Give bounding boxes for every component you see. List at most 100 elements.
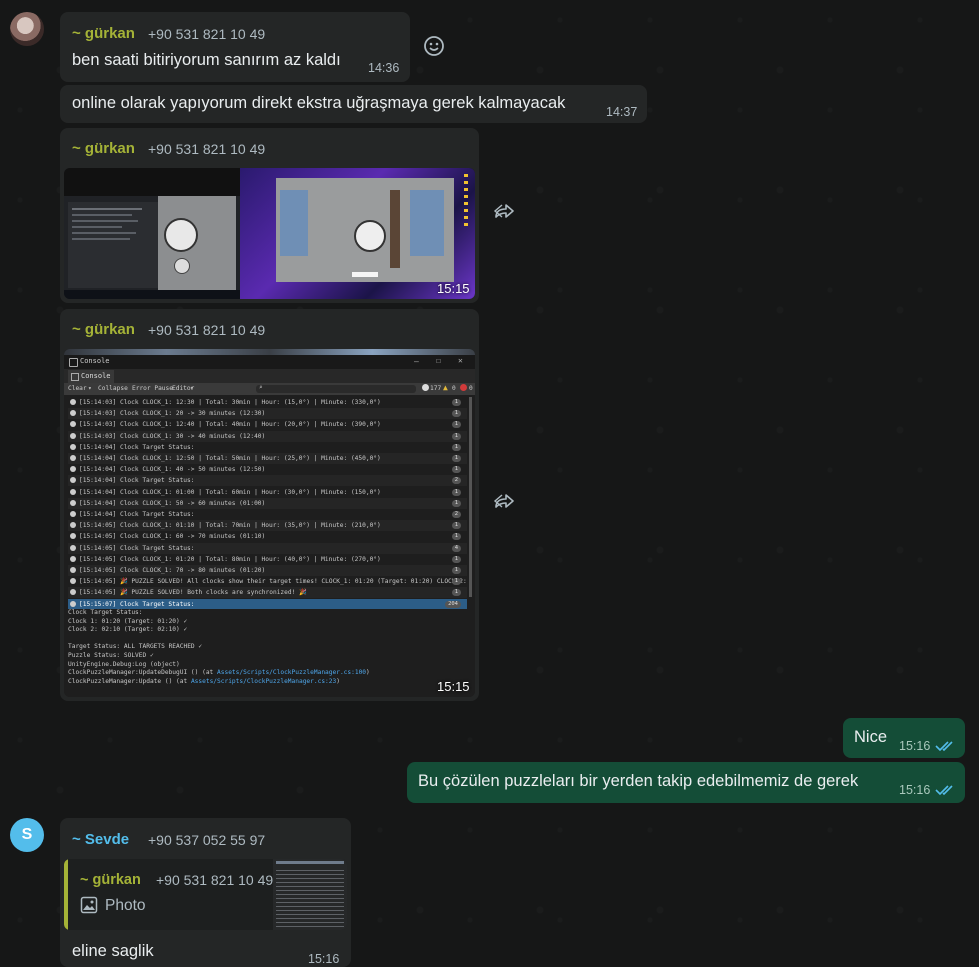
error-count-icon[interactable] [460,384,467,391]
warning-count-icon[interactable]: ▲ [443,383,448,392]
info-icon [70,567,76,573]
forward-icon[interactable] [490,490,518,518]
detail-stack-line: ClockPuzzleManager:UpdateDebugUI () (at … [68,669,370,678]
console-log-row[interactable]: [15:14:04] Clock Target Status: 2 [68,509,467,520]
quoted-phone: +90 531 821 10 49 [156,872,274,888]
log-count-badge: 1 [451,399,461,406]
error-pause-button[interactable]: Error Pause [132,385,173,392]
console-screenshot-image[interactable]: Console — ☐ ✕ Console Clear ▾ Collapse E… [64,349,475,697]
console-log-row[interactable]: [15:14:05] Clock CLOCK_1: 70 -> 80 minut… [68,565,467,576]
stack-frame-text: ) [366,669,370,677]
photo-icon [80,896,98,914]
log-count-badge: 1 [451,499,461,507]
console-log-row[interactable]: [15:14:05] Clock Target Status: 4 [68,542,467,554]
info-icon [70,421,76,428]
stack-frame-text: ClockPuzzleManager:Update () (at [68,677,191,685]
console-toolbar: Clear ▾ Collapse Error Pause Editor ▾ ⌕ … [64,383,475,395]
console-log-row[interactable]: [15:14:04] Clock Target Status: 2 [68,475,467,487]
info-icon [70,399,76,405]
sender-name[interactable]: ~ gürkan [72,140,135,157]
console-log-row[interactable]: [15:14:05] 🎉 PUZZLE SOLVED! Both clocks … [68,587,467,599]
detail-line: Clock 2: 02:10 (Target: 02:10) ✓ [68,626,188,634]
sender-phone: +90 531 821 10 49 [148,322,266,338]
image-message-bubble[interactable]: ~ gürkan +90 531 821 10 49 15:15 [60,128,479,303]
double-check-icon [935,783,955,796]
log-message: [15:14:04] Clock Target Status: [79,477,195,485]
script-link[interactable]: Assets/Scripts/ClockPuzzleManager.cs:23 [191,678,336,685]
console-log-row[interactable]: [15:14:04] Clock Target Status: 1 [68,442,467,453]
message-time: 15:15 [437,281,470,296]
info-icon [70,589,76,596]
log-message: [15:14:05] Clock CLOCK_1: 01:20 | Total:… [79,555,381,563]
log-count-badge: 204 [445,600,461,608]
outgoing-message-bubble[interactable]: Bu çözülen puzzleları bir yerden takip e… [407,762,965,803]
console-log-row[interactable]: [15:14:05] Clock CLOCK_1: 01:10 | Total:… [68,520,467,532]
info-icon [70,466,76,473]
collapse-button[interactable]: Collapse [98,385,128,392]
log-count-badge: 2 [451,477,461,485]
log-count-badge: 1 [451,567,461,574]
log-count-badge: 1 [451,533,461,541]
console-log-row[interactable]: [15:14:03] Clock CLOCK_1: 12:40 | Total:… [68,419,467,430]
info-icon [70,544,76,551]
console-log-row[interactable]: [15:14:04] Clock CLOCK_1: 50 -> 60 minut… [68,497,467,509]
info-icon [70,499,76,506]
console-log-row[interactable]: [15:14:04] Clock CLOCK_1: 40 -> 50 minut… [68,464,467,475]
sender-name[interactable]: ~ gürkan [72,321,135,338]
screenshot-image[interactable] [64,168,475,299]
log-message: [15:14:05] 🎉 PUZZLE SOLVED! Both clocks … [79,589,307,597]
message-time: 14:37 [606,105,638,119]
minimize-icon[interactable]: — [414,357,419,366]
maximize-icon[interactable]: ☐ [436,356,441,365]
log-message: [15:14:04] Clock Target Status: [79,443,195,451]
quoted-message[interactable]: ~ gürkan +90 531 821 10 49 Photo [64,859,347,930]
console-log-row[interactable]: [15:14:04] Clock CLOCK_1: 12:50 | Total:… [68,453,467,464]
console-log-list[interactable]: [15:14:03] Clock CLOCK_1: 12:30 | Total:… [64,397,471,610]
console-log-row[interactable]: [15:14:03] Clock CLOCK_1: 30 -> 40 minut… [68,430,467,442]
console-log-row[interactable]: [15:15:07] Clock Target Status: 204 [68,598,467,610]
log-message: [15:14:03] Clock CLOCK_1: 30 -> 40 minut… [79,432,266,440]
log-count-badge: 1 [451,578,461,586]
sender-name[interactable]: ~ Sevde [72,831,129,848]
message-bubble[interactable]: online olarak yapıyorum direkt ekstra uğ… [60,85,647,123]
log-count-badge: 1 [451,421,461,429]
editor-dropdown-icon[interactable]: ▾ [190,385,194,392]
avatar-sevde[interactable]: S [10,818,44,852]
sender-name[interactable]: ~ gürkan [72,25,135,42]
outgoing-message-bubble[interactable]: Nice 15:16 [843,718,965,758]
sender-phone: +90 531 821 10 49 [148,26,266,42]
log-message: [15:14:05] Clock Target Status: [79,544,195,552]
info-count: 177 [430,385,442,392]
console-log-row[interactable]: [15:14:05] Clock CLOCK_1: 60 -> 70 minut… [68,531,467,542]
console-tab[interactable]: Console [68,370,114,383]
forward-icon[interactable] [490,200,518,228]
avatar-gurkan[interactable] [10,12,44,46]
search-input[interactable]: ⌕ [256,384,416,393]
console-log-row[interactable]: [15:14:03] Clock CLOCK_1: 12:30 | Total:… [68,397,467,408]
console-log-row[interactable]: [15:14:05] Clock CLOCK_1: 01:20 | Total:… [68,554,467,565]
console-log-row[interactable]: [15:14:04] Clock CLOCK_1: 01:00 | Total:… [68,487,467,498]
log-count-badge: 1 [451,443,461,451]
log-count-badge: 1 [451,466,461,474]
log-message: [15:14:05] Clock CLOCK_1: 70 -> 80 minut… [79,567,266,574]
script-link[interactable]: Assets/Scripts/ClockPuzzleManager.cs:100 [217,669,366,676]
message-bubble[interactable]: ~ gürkan +90 531 821 10 49 ben saati bit… [60,12,410,82]
clear-dropdown-icon[interactable]: ▾ [88,385,92,392]
stack-frame-text: ClockPuzzleManager:UpdateDebugUI () (at [68,669,218,677]
console-log-row[interactable]: [15:14:05] 🎉 PUZZLE SOLVED! All clocks s… [68,576,467,587]
message-time: 15:16 [308,952,340,966]
double-check-icon [935,739,955,752]
emoji-icon[interactable] [423,35,445,57]
close-icon[interactable]: ✕ [458,356,463,365]
info-count-icon[interactable] [422,384,429,391]
clear-button[interactable]: Clear [68,385,87,392]
console-scrollbar[interactable] [469,397,472,597]
info-icon [70,477,76,484]
reply-message-bubble[interactable]: ~ Sevde +90 537 052 55 97 ~ gürkan +90 5… [60,818,351,967]
warning-count: 0 [452,385,456,392]
image-message-bubble[interactable]: ~ gürkan +90 531 821 10 49 Console — ☐ ✕… [60,309,479,701]
avatar-letter: S [21,826,33,843]
log-message: [15:14:03] Clock CLOCK_1: 12:30 | Total:… [79,399,381,406]
console-log-row[interactable]: [15:14:03] Clock CLOCK_1: 20 -> 30 minut… [68,408,467,420]
console-tab-label: Console [81,372,111,380]
